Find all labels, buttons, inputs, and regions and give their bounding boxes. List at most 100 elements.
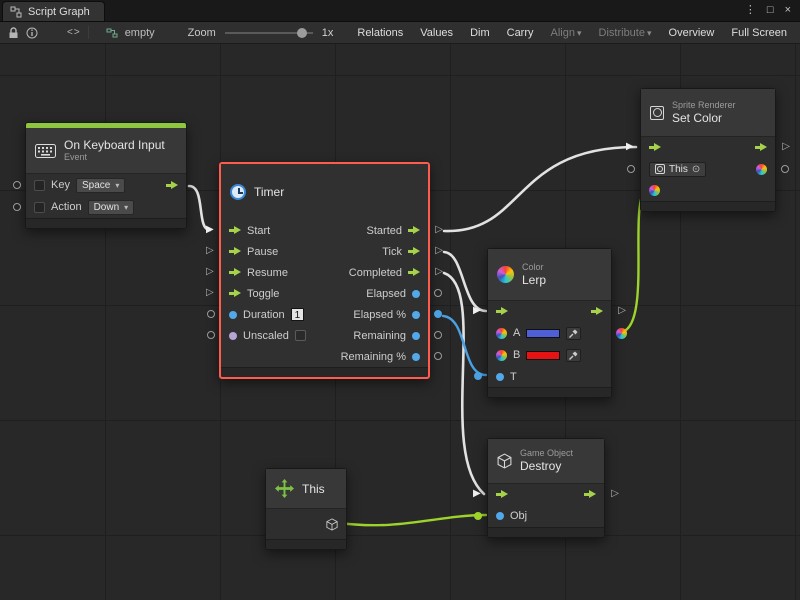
game-object-port-icon[interactable]: [326, 518, 338, 531]
timer-row-unscaled: Unscaled Remaining: [221, 325, 428, 346]
flow-input-socket[interactable]: ▶: [473, 306, 481, 316]
node-this[interactable]: This: [265, 468, 347, 550]
color-swatch-b[interactable]: [526, 351, 560, 360]
value-input-port[interactable]: [229, 332, 237, 340]
flow-output-socket[interactable]: ▷: [435, 246, 443, 256]
overview-button[interactable]: Overview: [664, 25, 720, 41]
color-output-port[interactable]: [756, 164, 767, 175]
color-input-port[interactable]: [649, 185, 660, 196]
wire-timer-tick-to-lerp[interactable]: [444, 252, 486, 311]
flow-output-socket[interactable]: ▷: [782, 142, 790, 152]
lock-icon[interactable]: [8, 27, 19, 39]
flow-input-port[interactable]: [496, 490, 508, 499]
value-input-socket[interactable]: [207, 331, 215, 339]
window-maximize-icon[interactable]: □: [767, 5, 774, 16]
flow-input-port[interactable]: [229, 226, 241, 235]
window-close-icon[interactable]: ×: [785, 5, 791, 16]
value-output-port[interactable]: [412, 353, 420, 361]
flow-input-port[interactable]: [649, 143, 661, 152]
action-dropdown[interactable]: Down ▾: [88, 200, 135, 215]
flow-input-socket[interactable]: ▶: [473, 489, 481, 499]
dim-button[interactable]: Dim: [465, 25, 495, 41]
flow-input-port[interactable]: [496, 307, 508, 316]
value-output-port[interactable]: [412, 332, 420, 340]
value-input-port[interactable]: [229, 311, 237, 319]
eyedropper-icon[interactable]: [566, 327, 581, 340]
value-input-socket[interactable]: [207, 310, 215, 318]
distribute-button[interactable]: Distribute▾: [594, 25, 657, 41]
value-input-port[interactable]: [496, 373, 504, 381]
zoom-slider-handle[interactable]: [297, 28, 307, 38]
port-label: Started: [367, 225, 402, 237]
flow-output-socket[interactable]: ▷: [435, 267, 443, 277]
value-output-socket[interactable]: [434, 352, 442, 360]
value-output-socket[interactable]: [781, 165, 789, 173]
flow-input-socket[interactable]: ▶: [206, 225, 214, 235]
flow-output-port[interactable]: [166, 181, 178, 190]
wire-timer-started-to-setcolor[interactable]: [444, 147, 636, 231]
tab-script-graph[interactable]: Script Graph: [2, 1, 105, 21]
window-menu-icon[interactable]: ⋮: [745, 5, 756, 16]
flow-output-port[interactable]: [591, 307, 603, 316]
flow-input-socket[interactable]: ▷: [206, 246, 214, 256]
value-input-socket[interactable]: [474, 372, 482, 380]
graph-canvas[interactable]: On Keyboard Input Event Key Space ▾ Acti…: [0, 44, 800, 600]
duration-input[interactable]: 1: [291, 308, 305, 321]
color-output-socket[interactable]: [616, 328, 627, 339]
flow-output-port[interactable]: [584, 490, 596, 499]
value-input-port[interactable]: [496, 512, 504, 520]
flow-output-port[interactable]: [755, 143, 767, 152]
port-label: Duration: [243, 309, 285, 321]
flow-input-socket[interactable]: ▶: [626, 142, 634, 152]
eyedropper-icon[interactable]: [566, 349, 581, 362]
flow-output-socket[interactable]: ▷: [435, 225, 443, 235]
value-output-socket[interactable]: [434, 310, 442, 318]
value-input-socket[interactable]: [627, 165, 635, 173]
value-output-socket[interactable]: [434, 289, 442, 297]
flow-input-socket[interactable]: ▷: [206, 267, 214, 277]
flow-input-socket[interactable]: ▷: [206, 288, 214, 298]
info-icon[interactable]: [26, 27, 38, 39]
flow-output-socket[interactable]: ▷: [618, 306, 626, 316]
unscaled-checkbox[interactable]: [295, 330, 306, 341]
relations-button[interactable]: Relations: [352, 25, 408, 41]
destroy-obj-row: Obj: [488, 505, 604, 527]
color-swatch-a[interactable]: [526, 329, 560, 338]
code-view-icon[interactable]: <>: [67, 27, 81, 38]
flow-input-port[interactable]: [229, 247, 241, 256]
flow-input-port[interactable]: [229, 268, 241, 277]
value-input-socket[interactable]: [13, 203, 21, 211]
full-screen-button[interactable]: Full Screen: [726, 25, 792, 41]
flow-output-port[interactable]: [408, 247, 420, 256]
color-port-icon[interactable]: [496, 350, 507, 361]
flow-input-port[interactable]: [229, 289, 241, 298]
node-set-color[interactable]: Sprite Renderer Set Color This ⊙ ▶ ▷: [640, 88, 776, 212]
value-output-port[interactable]: [412, 290, 420, 298]
destroy-flow-row: [488, 484, 604, 505]
node-on-keyboard-input[interactable]: On Keyboard Input Event Key Space ▾ Acti…: [25, 122, 187, 229]
flow-output-port[interactable]: [408, 268, 420, 277]
target-field[interactable]: This ⊙: [649, 162, 706, 177]
value-input-socket[interactable]: [474, 512, 482, 520]
node-timer[interactable]: Timer Start Started Pause Tick Resume Co…: [219, 162, 430, 379]
node-footer: [488, 387, 611, 397]
object-picker-icon[interactable]: ⊙: [692, 164, 700, 175]
node-destroy[interactable]: Game Object Destroy Obj ▶ ▷: [487, 438, 605, 538]
wire-this-to-destroy-obj[interactable]: [340, 515, 486, 525]
color-port-icon[interactable]: [496, 328, 507, 339]
key-dropdown[interactable]: Space ▾: [76, 178, 125, 193]
flow-output-port[interactable]: [408, 226, 420, 235]
window-controls: ⋮ □ ×: [736, 0, 800, 21]
flow-output-socket[interactable]: ▷: [611, 489, 619, 499]
node-color-lerp[interactable]: Color Lerp A B T ▶: [487, 248, 612, 398]
values-button[interactable]: Values: [415, 25, 458, 41]
carry-button[interactable]: Carry: [502, 25, 539, 41]
value-output-socket[interactable]: [434, 331, 442, 339]
node-footer: [266, 539, 346, 549]
set-color-header: Sprite Renderer Set Color: [641, 89, 775, 137]
value-input-socket[interactable]: [13, 181, 21, 189]
align-button[interactable]: Align▾: [546, 25, 587, 41]
zoom-slider[interactable]: [225, 27, 313, 39]
node-title: Lerp: [522, 273, 546, 287]
value-output-port[interactable]: [412, 311, 420, 319]
